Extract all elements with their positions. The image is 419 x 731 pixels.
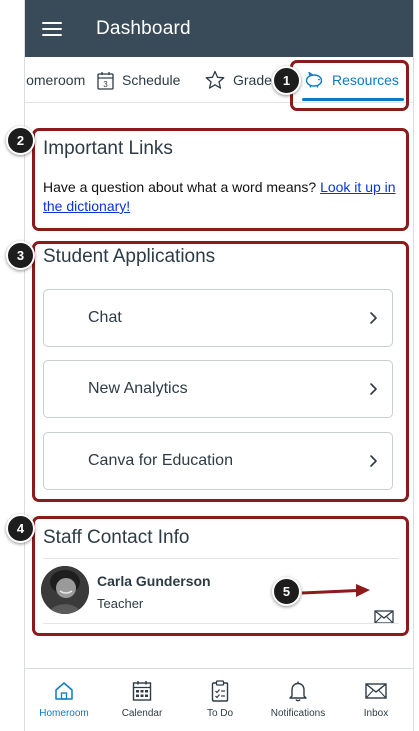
callout-arrow xyxy=(301,584,370,597)
bottom-nav: Homeroom Calendar To Do Notifications In… xyxy=(25,668,413,731)
nav-inbox-label: Inbox xyxy=(363,708,389,719)
nav-todo[interactable]: To Do xyxy=(181,669,259,731)
highlight-student-applications xyxy=(32,241,409,502)
tab-schedule-label: Schedule xyxy=(122,72,181,88)
nav-notifications-label: Notifications xyxy=(270,708,326,719)
callout-badge-2: 2 xyxy=(6,126,35,155)
callout-badge-4: 4 xyxy=(6,514,35,543)
tab-schedule[interactable]: 3 Schedule xyxy=(97,57,181,102)
calendar-day-icon: 3 xyxy=(97,71,114,90)
star-icon xyxy=(205,70,225,90)
tab-grades[interactable]: Grades xyxy=(205,57,279,102)
callout-badge-1: 1 xyxy=(272,66,301,95)
nav-todo-label: To Do xyxy=(206,708,234,719)
nav-notifications[interactable]: Notifications xyxy=(259,669,337,731)
calendar-icon xyxy=(132,679,152,703)
inbox-mail-icon xyxy=(365,679,387,703)
tab-homeroom-label: Homeroom xyxy=(25,72,86,88)
nav-inbox[interactable]: Inbox xyxy=(337,669,413,731)
nav-homeroom[interactable]: Homeroom xyxy=(25,669,103,731)
app-bar: Dashboard xyxy=(25,0,413,57)
callout-badge-5: 5 xyxy=(272,577,301,606)
bell-icon xyxy=(288,679,308,703)
highlight-staff-contact xyxy=(32,516,409,636)
tab-homeroom[interactable]: Homeroom xyxy=(25,57,86,102)
menu-icon[interactable] xyxy=(42,21,62,36)
home-icon xyxy=(53,679,75,703)
callout-badge-3: 3 xyxy=(6,241,35,270)
clipboard-icon xyxy=(211,679,229,703)
highlight-important-links xyxy=(32,128,409,231)
nav-calendar[interactable]: Calendar xyxy=(103,669,181,731)
svg-text:3: 3 xyxy=(103,80,108,89)
nav-homeroom-label: Homeroom xyxy=(39,708,89,719)
highlight-resources-tab xyxy=(290,60,409,111)
nav-calendar-label: Calendar xyxy=(121,708,163,719)
page-title: Dashboard xyxy=(96,17,191,39)
